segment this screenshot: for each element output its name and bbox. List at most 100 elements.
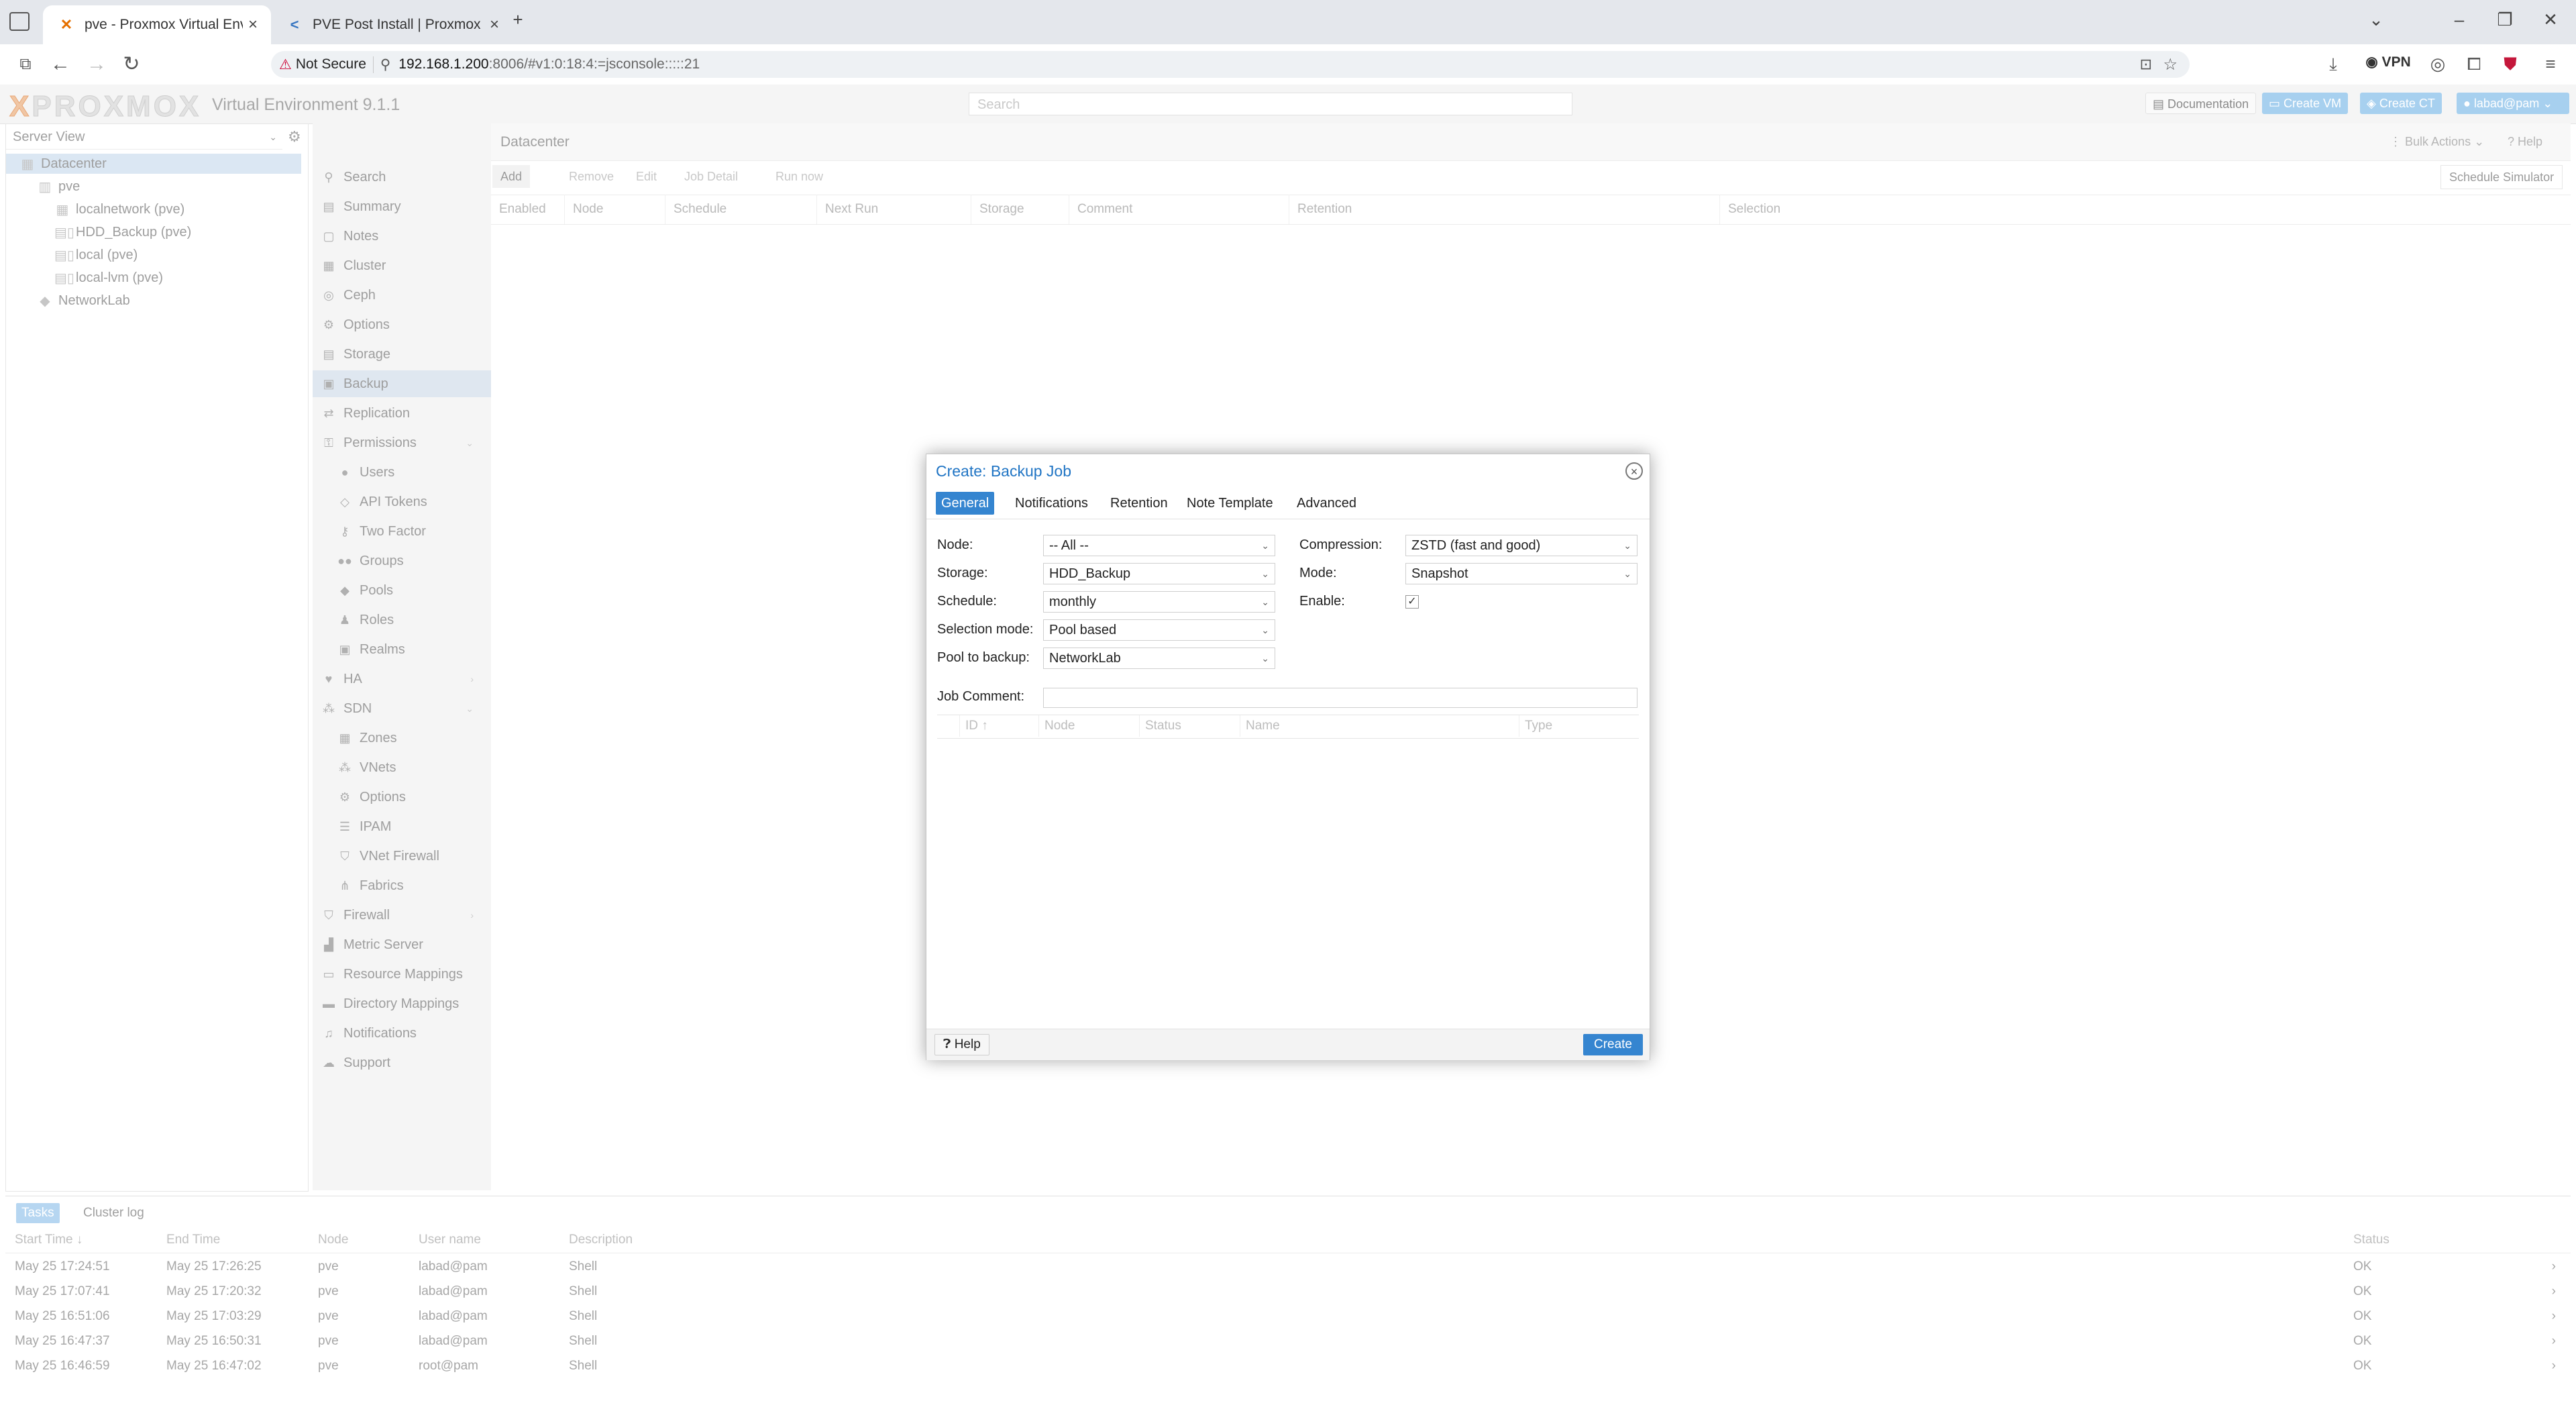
storage-select[interactable]: HDD_Backup ⌄: [1043, 563, 1275, 584]
tab-notifications[interactable]: Notifications: [1010, 492, 1093, 515]
column-enabled[interactable]: Enabled: [491, 195, 565, 224]
column-id[interactable]: ID ↑: [960, 715, 1039, 737]
menu-item-summary[interactable]: ▤ Summary: [313, 193, 491, 220]
schedule-select[interactable]: monthly ⌄: [1043, 591, 1275, 613]
table-row[interactable]: May 25 17:07:41 May 25 17:20:32 pve labad@p…: [5, 1279, 2571, 1304]
global-search-input[interactable]: Search: [969, 93, 1572, 115]
column-node[interactable]: Node: [318, 1227, 348, 1253]
help-button[interactable]: ❓︎ Help: [934, 1034, 989, 1055]
restore-icon[interactable]: ❐: [2491, 9, 2518, 30]
address-bar[interactable]: ⚠ Not Secure ⚲ 192.168.1.200 :8006/#v1:0…: [271, 51, 2190, 78]
table-row[interactable]: May 25 16:46:59 May 25 16:47:02 pve root@pa…: [5, 1353, 2571, 1378]
menu-item-vnet-firewall[interactable]: ⛉ VNet Firewall: [313, 843, 491, 870]
column-node[interactable]: Node: [565, 195, 665, 224]
wallet-icon[interactable]: ◎: [2424, 54, 2451, 74]
column-status[interactable]: Status: [1140, 715, 1240, 737]
create-vm-button[interactable]: ▭ Create VM: [2262, 93, 2349, 114]
job-detail-button[interactable]: Job Detail: [676, 165, 746, 188]
tab-actions-icon[interactable]: [9, 12, 30, 31]
tree-node-local-lvm[interactable]: ▤▯ local-lvm (pve): [54, 268, 163, 288]
column-comment[interactable]: Comment: [1069, 195, 1289, 224]
menu-item-replication[interactable]: ⇄ Replication: [313, 400, 491, 427]
menu-item-fabrics[interactable]: ⋔ Fabrics: [313, 872, 491, 899]
menu-item-permissions[interactable]: ⚿ Permissions ⌄: [313, 429, 491, 456]
tree-node-localnetwork[interactable]: ▦ localnetwork (pve): [54, 199, 185, 219]
column-schedule[interactable]: Schedule: [665, 195, 817, 224]
select-all-checkbox[interactable]: [937, 715, 960, 737]
menu-item-two-factor[interactable]: ⚷ Two Factor: [313, 518, 491, 545]
column-start-time[interactable]: Start Time ↓: [15, 1227, 83, 1253]
menu-item-backup[interactable]: ▣ Backup: [313, 370, 491, 397]
menu-item-directory-mappings[interactable]: ▬ Directory Mappings: [313, 990, 491, 1017]
column-type[interactable]: Type: [1519, 715, 1639, 737]
tree-node-hdd-backup[interactable]: ▤▯ HDD_Backup (pve): [54, 222, 191, 242]
table-row[interactable]: May 25 16:51:06 May 25 17:03:29 pve labad@p…: [5, 1304, 2571, 1329]
close-window-icon[interactable]: ✕: [2537, 9, 2564, 30]
tree-node-pve[interactable]: ▥ pve: [37, 176, 80, 197]
download-icon[interactable]: ⤓: [2320, 54, 2347, 75]
vpn-button[interactable]: ◉ VPN: [2361, 54, 2415, 70]
create-ct-button[interactable]: ◈ Create CT: [2360, 93, 2442, 114]
view-selector[interactable]: Server View ⌄: [6, 124, 282, 150]
run-now-button[interactable]: Run now: [767, 165, 831, 188]
tab-general[interactable]: General: [936, 492, 995, 515]
menu-item-firewall[interactable]: ⛉ Firewall ›: [313, 902, 491, 929]
menu-item-roles[interactable]: ♟ Roles: [313, 607, 491, 633]
chevron-right-icon[interactable]: ›: [2552, 1304, 2556, 1329]
menu-item-groups[interactable]: ●● Groups: [313, 548, 491, 574]
tree-node-datacenter[interactable]: ▦ Datacenter: [6, 154, 301, 174]
node-select[interactable]: -- All -- ⌄: [1043, 535, 1275, 556]
column-node[interactable]: Node: [1039, 715, 1140, 737]
column-selection[interactable]: Selection: [1720, 195, 2571, 224]
menu-item-pools[interactable]: ◆ Pools: [313, 577, 491, 604]
edit-button[interactable]: Edit: [628, 165, 665, 188]
menu-item-realms[interactable]: ▣ Realms: [313, 636, 491, 663]
column-retention[interactable]: Retention: [1289, 195, 1720, 224]
menu-item-ha[interactable]: ♥ HA ›: [313, 666, 491, 692]
back-icon[interactable]: ←: [47, 52, 74, 76]
browser-tab-active[interactable]: ✕ pve - Proxmox Virtual Environm ×: [43, 5, 271, 44]
menu-item-sdn[interactable]: ⁂ SDN ⌄: [313, 695, 491, 722]
column-description[interactable]: Description: [569, 1227, 633, 1253]
close-icon[interactable]: ×: [1625, 462, 1643, 480]
column-name[interactable]: Name: [1240, 715, 1519, 737]
remove-button[interactable]: Remove: [561, 165, 622, 188]
sidebar-toggle-icon[interactable]: ⧉: [12, 52, 39, 76]
chevron-right-icon[interactable]: ›: [2552, 1329, 2556, 1353]
schedule-simulator-button[interactable]: Schedule Simulator: [2440, 165, 2563, 189]
close-tab-icon[interactable]: ×: [484, 15, 504, 34]
menu-item-notifications[interactable]: ♫ Notifications: [313, 1020, 491, 1047]
chevron-right-icon[interactable]: ›: [2552, 1254, 2556, 1279]
minimize-icon[interactable]: –: [2446, 9, 2473, 30]
menu-item-notes[interactable]: ▢ Notes: [313, 223, 491, 250]
brave-shield-icon[interactable]: ⛊: [2497, 54, 2524, 75]
menu-item-cluster[interactable]: ▦ Cluster: [313, 252, 491, 279]
bookmark-star-icon[interactable]: ☆: [2163, 55, 2178, 74]
extensions-icon[interactable]: ⧠: [2461, 54, 2487, 75]
job-comment-input[interactable]: [1043, 688, 1638, 708]
compression-select[interactable]: ZSTD (fast and good) ⌄: [1405, 535, 1638, 556]
tab-search-chevron-icon[interactable]: ⌄: [2363, 9, 2390, 30]
menu-item-ipam[interactable]: ☰ IPAM: [313, 813, 491, 840]
pool-select[interactable]: NetworkLab ⌄: [1043, 647, 1275, 669]
documentation-button[interactable]: ▤ Documentation: [2145, 93, 2257, 114]
menu-item-options[interactable]: ⚙ Options: [313, 311, 491, 338]
tab-note-template[interactable]: Note Template: [1181, 492, 1279, 515]
selection-mode-select[interactable]: Pool based ⌄: [1043, 619, 1275, 641]
chevron-right-icon[interactable]: ›: [2552, 1353, 2556, 1378]
user-menu-button[interactable]: ● labad@pam ⌄: [2457, 93, 2569, 114]
browser-tab[interactable]: < PVE Post Install | Proxmox VE H ×: [271, 5, 513, 44]
reload-icon[interactable]: ↻: [118, 52, 145, 76]
menu-icon[interactable]: ≡: [2537, 54, 2564, 74]
mode-select[interactable]: Snapshot ⌄: [1405, 563, 1638, 584]
not-secure-indicator[interactable]: ⚠ Not Secure: [271, 56, 374, 73]
table-row[interactable]: May 25 16:47:37 May 25 16:50:31 pve labad@p…: [5, 1329, 2571, 1353]
tree-node-networklab[interactable]: ◆ NetworkLab: [37, 291, 129, 311]
menu-item-sdn-options[interactable]: ⚙ Options: [313, 784, 491, 811]
tab-tasks[interactable]: Tasks: [16, 1203, 60, 1223]
menu-item-resource-mappings[interactable]: ▭ Resource Mappings: [313, 961, 491, 988]
gear-icon[interactable]: ⚙: [288, 128, 301, 146]
site-settings-icon[interactable]: ⚲: [380, 56, 390, 73]
menu-item-storage[interactable]: ▤ Storage: [313, 341, 491, 368]
bulk-actions-button[interactable]: ⋮ Bulk Actions ⌄: [2381, 129, 2492, 154]
